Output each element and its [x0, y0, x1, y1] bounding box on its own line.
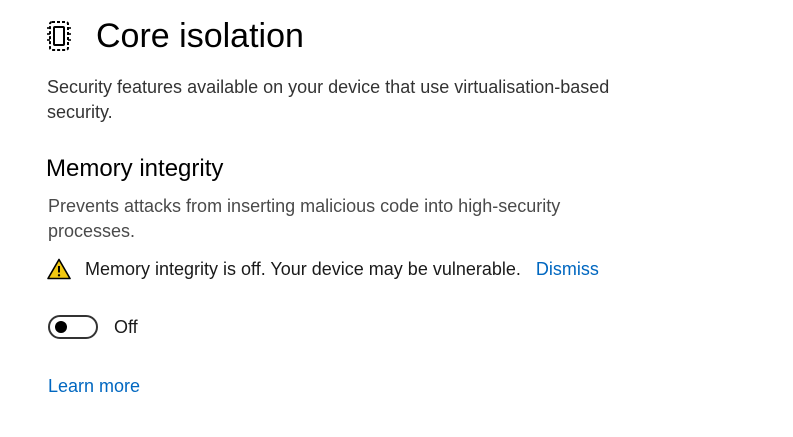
page-header: Core isolation — [46, 14, 304, 58]
toggle-knob — [55, 321, 67, 333]
memory-integrity-heading: Memory integrity — [46, 155, 224, 182]
warning-message: Memory integrity is off. Your device may… — [85, 259, 521, 279]
memory-integrity-description: Prevents attacks from inserting maliciou… — [48, 196, 561, 241]
toggle-state-label: Off — [114, 317, 138, 337]
dismiss-link[interactable]: Dismiss — [536, 256, 599, 282]
page-description: Security features available on your devi… — [47, 77, 610, 122]
warning-triangle-icon — [47, 258, 71, 280]
memory-integrity-warning: Memory integrity is off. Your device may… — [47, 256, 599, 282]
core-isolation-page: Core isolation Security features availab… — [0, 0, 793, 437]
page-title: Core isolation — [96, 17, 304, 55]
learn-more-link[interactable]: Learn more — [48, 373, 140, 399]
memory-integrity-toggle[interactable] — [48, 315, 98, 339]
core-isolation-chip-icon — [46, 16, 76, 56]
memory-integrity-toggle-row: Off — [48, 314, 138, 340]
